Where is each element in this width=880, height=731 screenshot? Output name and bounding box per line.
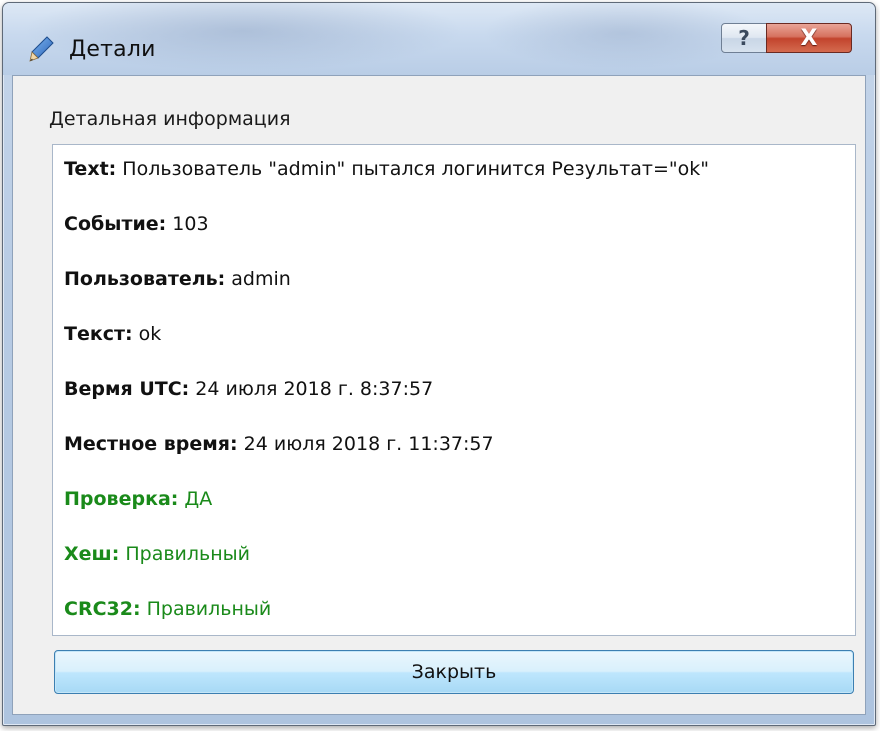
detail-key: Местное время: bbox=[64, 433, 238, 455]
dialog-body: Детальная информация Text: Пользователь … bbox=[12, 75, 866, 715]
detail-key: CRC32: bbox=[64, 598, 141, 620]
detail-key: Проверка: bbox=[64, 488, 179, 510]
detail-value: admin bbox=[225, 268, 291, 290]
detail-key: Хеш: bbox=[64, 543, 120, 565]
detail-line: Пользователь: admin bbox=[64, 268, 291, 290]
window-close-button[interactable]: X bbox=[766, 23, 852, 53]
detail-value: Правильный bbox=[140, 598, 272, 620]
title-bar[interactable]: Детали ? X bbox=[3, 3, 875, 75]
detail-value: Правильный bbox=[119, 543, 251, 565]
help-icon: ? bbox=[738, 26, 750, 50]
detail-line-status: CRC32: Правильный bbox=[64, 598, 271, 620]
detail-line: Событие: 103 bbox=[64, 213, 209, 235]
detail-value: Пользователь "admin" пытался логинится Р… bbox=[116, 158, 710, 180]
detail-line: Местное время: 24 июля 2018 г. 11:37:57 bbox=[64, 433, 494, 455]
group-label: Детальная информация bbox=[49, 108, 291, 130]
detail-line: Текст: ok bbox=[64, 323, 161, 345]
details-dialog: Детали ? X Детальная информация Text: По… bbox=[2, 2, 876, 726]
detail-line-status: Проверка: ДА bbox=[64, 488, 212, 510]
detail-line: Вермя UTC: 24 июля 2018 г. 8:37:57 bbox=[64, 378, 433, 400]
detail-value: 24 июля 2018 г. 11:37:57 bbox=[237, 433, 494, 455]
window-title: Детали bbox=[69, 37, 156, 62]
detail-key: Вермя UTC: bbox=[64, 378, 190, 400]
detail-key: Text: bbox=[64, 158, 117, 180]
close-button-label: Закрыть bbox=[411, 661, 497, 683]
pencil-icon bbox=[29, 36, 54, 62]
detail-value: 24 июля 2018 г. 8:37:57 bbox=[189, 378, 434, 400]
detail-line-status: Хеш: Правильный bbox=[64, 543, 250, 565]
detail-value: 103 bbox=[166, 213, 209, 235]
detail-key: Пользователь: bbox=[64, 268, 226, 290]
detail-key: Событие: bbox=[64, 213, 167, 235]
help-button[interactable]: ? bbox=[721, 23, 767, 53]
detail-value: ok bbox=[132, 323, 162, 345]
close-icon: X bbox=[800, 25, 818, 51]
details-text-box[interactable]: Text: Пользователь "admin" пытался логин… bbox=[52, 144, 856, 636]
detail-key: Текст: bbox=[64, 323, 133, 345]
detail-value: ДА bbox=[178, 488, 213, 510]
close-button[interactable]: Закрыть bbox=[54, 650, 854, 694]
detail-line: Text: Пользователь "admin" пытался логин… bbox=[64, 158, 709, 180]
